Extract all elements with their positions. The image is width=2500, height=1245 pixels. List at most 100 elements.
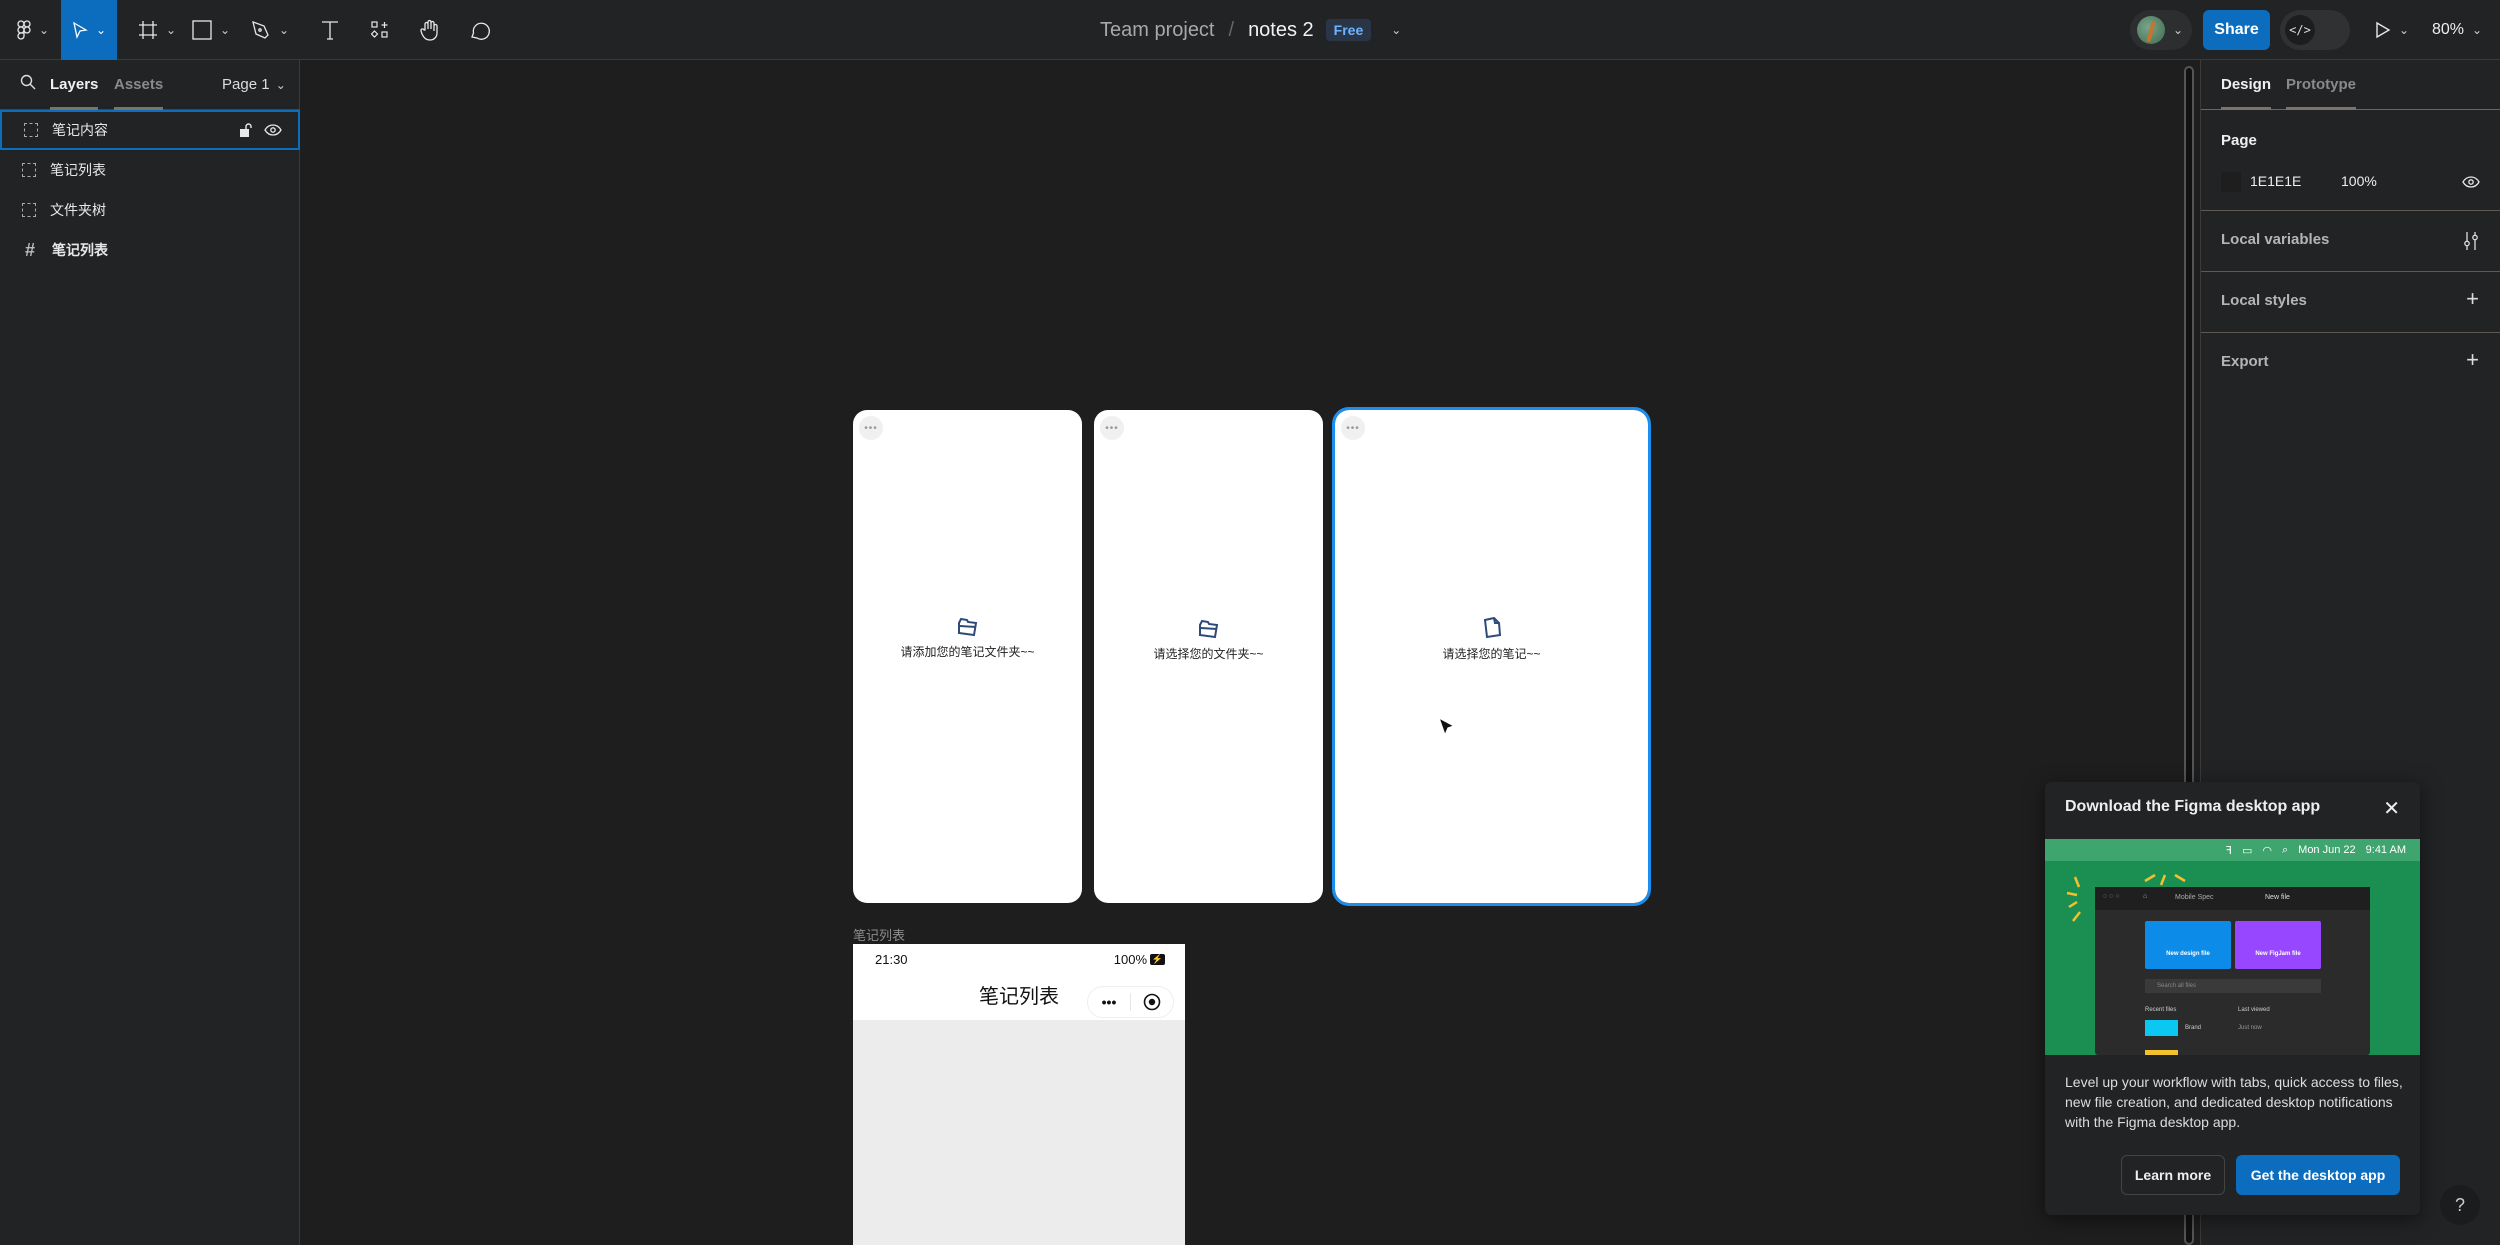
local-variables-section[interactable]: Local variables: [2201, 211, 2500, 272]
frame-folder-select[interactable]: ••• 请选择您的文件夹~~: [1094, 410, 1323, 903]
tab-layers-label: Layers: [50, 76, 99, 93]
get-desktop-app-button[interactable]: Get the desktop app: [2236, 1155, 2400, 1195]
promo-mini-tabs: ○ ○ ○ ⌂ Mobile Spec New file: [2095, 887, 2370, 910]
shape-tool-button[interactable]: ⌄: [186, 0, 236, 60]
resources-tool-button[interactable]: [360, 0, 400, 60]
more-menu-icon[interactable]: •••: [859, 416, 883, 440]
section-title: Export: [2221, 353, 2269, 370]
plus-icon[interactable]: +: [2466, 347, 2479, 373]
tab-layers[interactable]: Layers: [50, 60, 99, 110]
file-name[interactable]: notes 2: [1248, 19, 1314, 42]
main-menu-button[interactable]: ⌄: [8, 0, 58, 60]
promo-row-time: Just now: [2238, 1025, 2262, 1031]
page-color-swatch[interactable]: [2221, 172, 2241, 192]
more-menu-icon[interactable]: •••: [1100, 416, 1124, 440]
present-button[interactable]: ⌄: [2375, 0, 2409, 60]
plus-icon[interactable]: +: [2466, 286, 2479, 312]
frame-note-content[interactable]: ••• 请选择您的笔记~~: [1332, 407, 1651, 906]
promo-row-name: Brand: [2185, 1025, 2202, 1031]
page-selector[interactable]: Page 1 ⌄: [222, 60, 286, 110]
chevron-down-icon: ⌄: [165, 23, 177, 37]
eye-icon[interactable]: [264, 124, 282, 136]
help-button[interactable]: ?: [2440, 1185, 2480, 1225]
section-icon: [22, 163, 36, 177]
section-icon: [22, 203, 36, 217]
chevron-down-icon: ⌄: [2399, 23, 2410, 37]
layer-item[interactable]: 笔记内容: [0, 110, 300, 150]
layers-panel: Layers Assets Page 1 ⌄ 笔记内容 笔记列表 文件夹树 # …: [0, 60, 300, 1245]
promo-search: Search all files: [2145, 979, 2321, 993]
promo-file-thumb-2: [2145, 1050, 2178, 1055]
project-name-link[interactable]: Team project: [1100, 19, 1215, 42]
tab-assets[interactable]: Assets: [114, 60, 164, 110]
file-menu-chevron-icon[interactable]: ⌄: [1391, 23, 1401, 37]
section-title: Local variables: [2221, 231, 2330, 248]
battery-percent: 100%: [1113, 952, 1147, 967]
pen-icon: [252, 20, 269, 39]
tab-design-label: Design: [2221, 76, 2272, 93]
folder-icon: [957, 617, 977, 637]
more-icon: •••: [1101, 994, 1117, 1010]
share-button[interactable]: Share: [2203, 10, 2270, 50]
battery-icon: ▭: [2241, 844, 2253, 857]
code-icon: </>: [2285, 15, 2315, 45]
tab-prototype[interactable]: Prototype: [2286, 60, 2357, 110]
section-icon: [24, 123, 38, 137]
page-section-title: Page: [2221, 132, 2257, 149]
left-panel-tabs: Layers Assets Page 1 ⌄: [0, 60, 300, 110]
layer-label: 文件夹树: [50, 202, 106, 218]
frame-folder-list[interactable]: ••• 请添加您的笔记文件夹~~: [853, 410, 1082, 903]
promo-card-figjam: New FigJam file: [2235, 921, 2321, 969]
frame-note-list-phone[interactable]: 21:30 100% ⚡ 笔记列表 •••: [853, 944, 1185, 1245]
eye-icon[interactable]: [2462, 176, 2480, 188]
chevron-down-icon: ⌄: [2173, 23, 2184, 37]
tab-design[interactable]: Design: [2221, 60, 2272, 110]
chevron-down-icon: ⌄: [2472, 23, 2483, 37]
search-icon[interactable]: [20, 74, 36, 90]
layer-label: 笔记内容: [52, 122, 108, 138]
dev-mode-toggle[interactable]: </>: [2280, 10, 2350, 50]
desktop-app-promo-toast: Download the Figma desktop app ✕ ꟻ ▭ ◠ ⌕…: [2045, 782, 2420, 1215]
text-icon: [322, 21, 338, 40]
breadcrumb-separator: /: [1228, 18, 1235, 41]
layer-item[interactable]: 笔记列表: [0, 150, 300, 190]
frame-tool-button[interactable]: ⌄: [132, 0, 182, 60]
learn-more-button[interactable]: Learn more: [2121, 1155, 2225, 1195]
empty-state: 请选择您的笔记~~: [1335, 617, 1648, 662]
close-icon[interactable]: ✕: [2383, 796, 2400, 821]
frame-label[interactable]: 笔记列表: [853, 925, 905, 944]
zoom-menu-button[interactable]: 80% ⌄: [2432, 0, 2482, 60]
zoom-level: 80%: [2432, 21, 2465, 38]
promo-menubar: ꟻ ▭ ◠ ⌕ Mon Jun 22 9:41 AM: [2045, 839, 2420, 861]
user-menu-button[interactable]: ⌄: [2130, 10, 2192, 50]
pen-tool-button[interactable]: ⌄: [242, 0, 298, 60]
status-battery: 100% ⚡: [1114, 952, 1165, 967]
close-target-icon: [1131, 993, 1173, 1011]
text-tool-button[interactable]: [310, 0, 350, 60]
export-section[interactable]: Export +: [2201, 333, 2500, 394]
file-breadcrumb: Team project / notes 2 Free ⌄: [1100, 0, 1401, 60]
layer-item[interactable]: 文件夹树: [0, 190, 300, 230]
local-styles-section[interactable]: Local styles +: [2201, 272, 2500, 333]
variables-icon[interactable]: [2463, 231, 2479, 251]
comment-tool-button[interactable]: [460, 0, 500, 60]
promo-tab-2: New file: [2265, 894, 2290, 901]
layer-item[interactable]: # 笔记列表: [0, 230, 300, 270]
plan-badge[interactable]: Free: [1325, 19, 1372, 41]
comment-icon: [471, 22, 490, 40]
page-color-hex[interactable]: 1E1E1E: [2250, 173, 2301, 189]
page-color-opacity[interactable]: 100%: [2341, 173, 2377, 189]
phone-header: 21:30 100% ⚡ 笔记列表 •••: [853, 944, 1185, 1020]
page-section: Page: [2201, 110, 2500, 211]
mini-program-capsule: •••: [1087, 986, 1174, 1018]
hand-tool-button[interactable]: [410, 0, 450, 60]
tab-prototype-label: Prototype: [2286, 76, 2357, 93]
chevron-down-icon: ⌄: [95, 23, 107, 37]
move-tool-button[interactable]: ⌄: [61, 0, 117, 60]
section-title: Local styles: [2221, 292, 2307, 309]
toast-body: Level up your workflow with tabs, quick …: [2065, 1074, 2403, 1130]
unlock-icon[interactable]: [240, 123, 252, 137]
empty-state: 请选择您的文件夹~~: [1094, 619, 1323, 662]
more-menu-icon[interactable]: •••: [1341, 416, 1365, 440]
empty-state-text: 请选择您的笔记~~: [1442, 647, 1541, 661]
